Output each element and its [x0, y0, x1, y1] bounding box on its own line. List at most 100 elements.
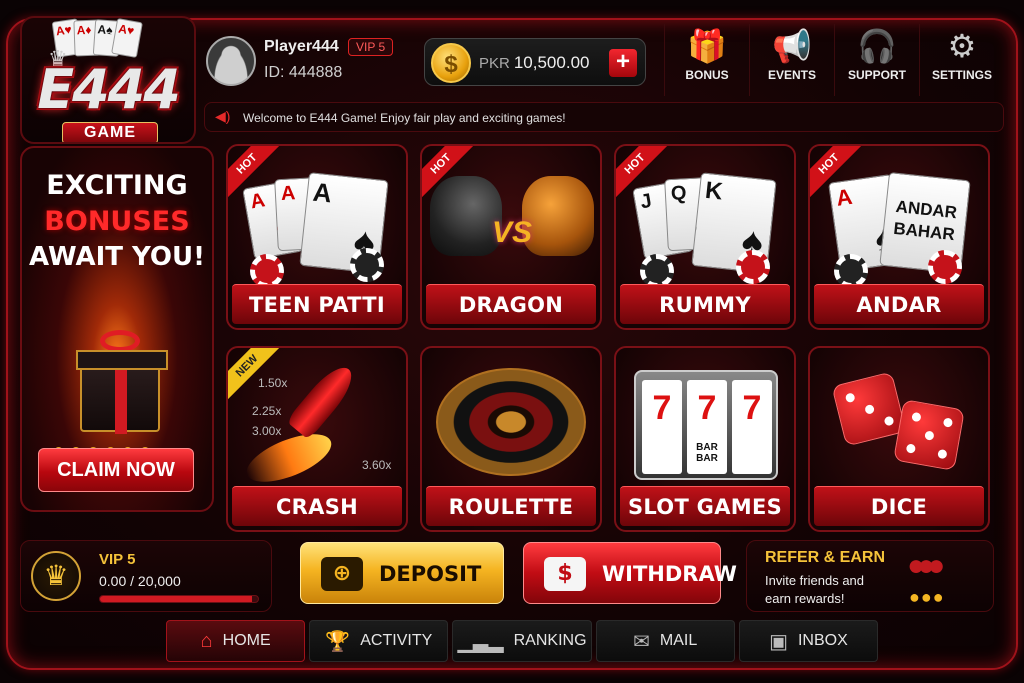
dice-icon: [893, 399, 965, 471]
bottom-tab-label: ACTIVITY: [360, 632, 433, 649]
game-label: ANDAR BAHAR: [814, 284, 984, 324]
envelope-icon: ✉: [633, 630, 650, 653]
casino-chip-icon: [928, 250, 962, 284]
bottom-nav: ⌂ HOME 🏆 ACTIVITY ▁▃▂ RANKING ✉ MAIL ▣ I…: [6, 620, 1018, 668]
player-id: ID: 444888: [264, 64, 343, 81]
claim-now-button[interactable]: CLAIM NOW: [38, 448, 194, 492]
game-label: TEEN PATTI: [232, 284, 402, 324]
dice-icon: [831, 371, 907, 447]
game-label: RUMMY: [620, 284, 790, 324]
vip-progress-bar: [99, 595, 259, 603]
withdraw-label: WITHDRAW: [602, 562, 737, 586]
game-grid: A♥ A♦ A♠ HOT TEEN PATTI VS HOT DRAGON TI…: [226, 144, 994, 532]
game-label: CRASH: [232, 486, 402, 526]
crown-icon: ♛: [31, 551, 81, 601]
top-nav-label: SUPPORT: [847, 68, 906, 82]
announcement-text: Welcome to E444 Game! Enjoy fair play an…: [243, 111, 566, 125]
wallet-icon: ⊕: [321, 557, 363, 591]
bottom-tab-label: MAIL: [659, 632, 698, 649]
multiplier-label: 3.00x: [252, 424, 282, 438]
slot-machine-icon: 7 7 7 BAR BAR: [634, 370, 778, 480]
balance-display: $ PKR 10,500.00 +: [424, 38, 646, 86]
cash-transfer-icon: $: [544, 557, 586, 591]
top-nav-bonus[interactable]: 🎁 BONUS: [664, 24, 749, 96]
slot-reel: 7: [642, 380, 682, 474]
announcement-bar: ◀) Welcome to E444 Game! Enjoy fair play…: [204, 102, 1004, 132]
bottom-tab-inbox[interactable]: ▣ INBOX: [738, 620, 879, 662]
versus-text: VS: [492, 216, 533, 249]
top-nav-support[interactable]: 🎧 SUPPORT: [834, 24, 919, 96]
inbox-icon: ▣: [769, 630, 788, 653]
game-tile-andar-bahar[interactable]: A♠ ANDARBAHAR HOT ANDAR BAHAR: [808, 144, 990, 330]
game-tile-dragon-tiger[interactable]: VS HOT DRAGON TIGER: [420, 144, 602, 330]
top-nav-events[interactable]: 📢 EVENTS: [749, 24, 834, 96]
game-tile-dice[interactable]: DICE: [808, 346, 990, 532]
casino-chip-icon: [350, 248, 384, 282]
top-nav: 🎁 BONUS 📢 EVENTS 🎧 SUPPORT ⚙ SETTINGS: [664, 24, 1004, 96]
podium-icon: ▁▃▂: [457, 630, 504, 653]
promo-line-3: AWAIT YOU!: [28, 242, 206, 272]
promo-line-1: EXCITING: [46, 170, 188, 201]
bottom-tab-label: INBOX: [797, 632, 848, 649]
slot-reel: 7: [732, 380, 772, 474]
coin-icon: $: [431, 43, 471, 83]
deposit-button[interactable]: ⊕ DEPOSIT: [300, 542, 504, 604]
balance-currency: PKR: [479, 55, 510, 72]
game-label: SLOT GAMES: [620, 486, 790, 526]
refer-description-1: Invite friends and: [765, 573, 865, 588]
megaphone-icon: 📢: [772, 28, 812, 64]
casino-chip-icon: [640, 254, 674, 288]
refer-title: REFER & EARN: [765, 549, 886, 566]
game-tile-rummy[interactable]: J♠ Q♠ K♠ HOT RUMMY: [614, 144, 796, 330]
top-nav-label: BONUS: [685, 68, 729, 82]
gift-bow-icon: [100, 330, 140, 352]
player-name: Player444: [264, 38, 339, 55]
game-label: DICE: [814, 486, 984, 526]
avatar[interactable]: [206, 36, 256, 86]
home-icon: ⌂: [200, 629, 213, 652]
trophy-icon: 🏆: [325, 630, 351, 653]
vip-badge: VIP 5: [348, 38, 394, 56]
vip-progress-text: 0.00 / 20,000: [99, 573, 181, 589]
game-tile-roulette[interactable]: ROULETTE: [420, 346, 602, 532]
bottom-tab-mail[interactable]: ✉ MAIL: [595, 620, 735, 662]
vip-progress-card[interactable]: ♛ VIP 5 0.00 / 20,000: [20, 540, 272, 612]
deposit-label: DEPOSIT: [379, 562, 482, 586]
slot-bar-label: BAR BAR: [696, 442, 718, 464]
bottom-tab-home[interactable]: ⌂ HOME: [166, 620, 306, 662]
headset-icon: 🎧: [857, 28, 897, 64]
game-label: DRAGON TIGER: [426, 284, 596, 324]
player-info[interactable]: Player444 VIP 5 ID: 444888: [200, 24, 415, 94]
top-nav-label: SETTINGS: [931, 68, 992, 82]
withdraw-button[interactable]: $ WITHDRAW: [523, 542, 737, 604]
logo-cards: A♥ A♦ A♠ A♥: [51, 18, 143, 58]
bottom-tab-activity[interactable]: 🏆 ACTIVITY: [309, 620, 449, 662]
refer-earn-card[interactable]: REFER & EARN Invite friends and earn rew…: [746, 540, 994, 612]
roulette-wheel-icon: [436, 368, 586, 476]
top-nav-label: EVENTS: [767, 68, 816, 82]
vip-level: VIP 5: [99, 551, 136, 568]
game-tile-teen-patti[interactable]: A♥ A♦ A♠ HOT TEEN PATTI: [226, 144, 408, 330]
add-funds-button[interactable]: +: [609, 49, 637, 77]
tiger-icon: [522, 176, 594, 256]
top-nav-settings[interactable]: ⚙ SETTINGS: [919, 24, 1004, 96]
coins-icon: ●●●: [909, 587, 945, 607]
casino-chip-icon: [834, 254, 868, 288]
app-logo: A♥ A♦ A♠ A♥ ♛ E444 GAME: [20, 16, 196, 144]
multiplier-label: 2.25x: [252, 404, 282, 418]
vip-progress-fill: [100, 596, 252, 602]
gear-icon: ⚙: [947, 28, 977, 64]
multiplier-label: 3.60x: [362, 458, 392, 472]
gift-box-icon: [76, 350, 168, 434]
game-tile-crash[interactable]: 1.50x 2.25x 3.00x 3.60x NEW CRASH: [226, 346, 408, 532]
gift-icon: 🎁: [687, 28, 727, 64]
balance-amount: 10,500.00: [513, 53, 590, 72]
bottom-tab-ranking[interactable]: ▁▃▂ RANKING: [452, 620, 592, 662]
casino-chip-icon: [250, 254, 284, 288]
multiplier-label: 1.50x: [258, 376, 288, 390]
casino-chip-icon: [736, 250, 770, 284]
bottom-tab-label: HOME: [222, 632, 271, 649]
promo-line-2: BONUSES: [44, 206, 190, 237]
game-tile-slot-games[interactable]: 7 7 7 BAR BAR SLOT GAMES: [614, 346, 796, 532]
bottom-tab-label: RANKING: [513, 632, 587, 649]
